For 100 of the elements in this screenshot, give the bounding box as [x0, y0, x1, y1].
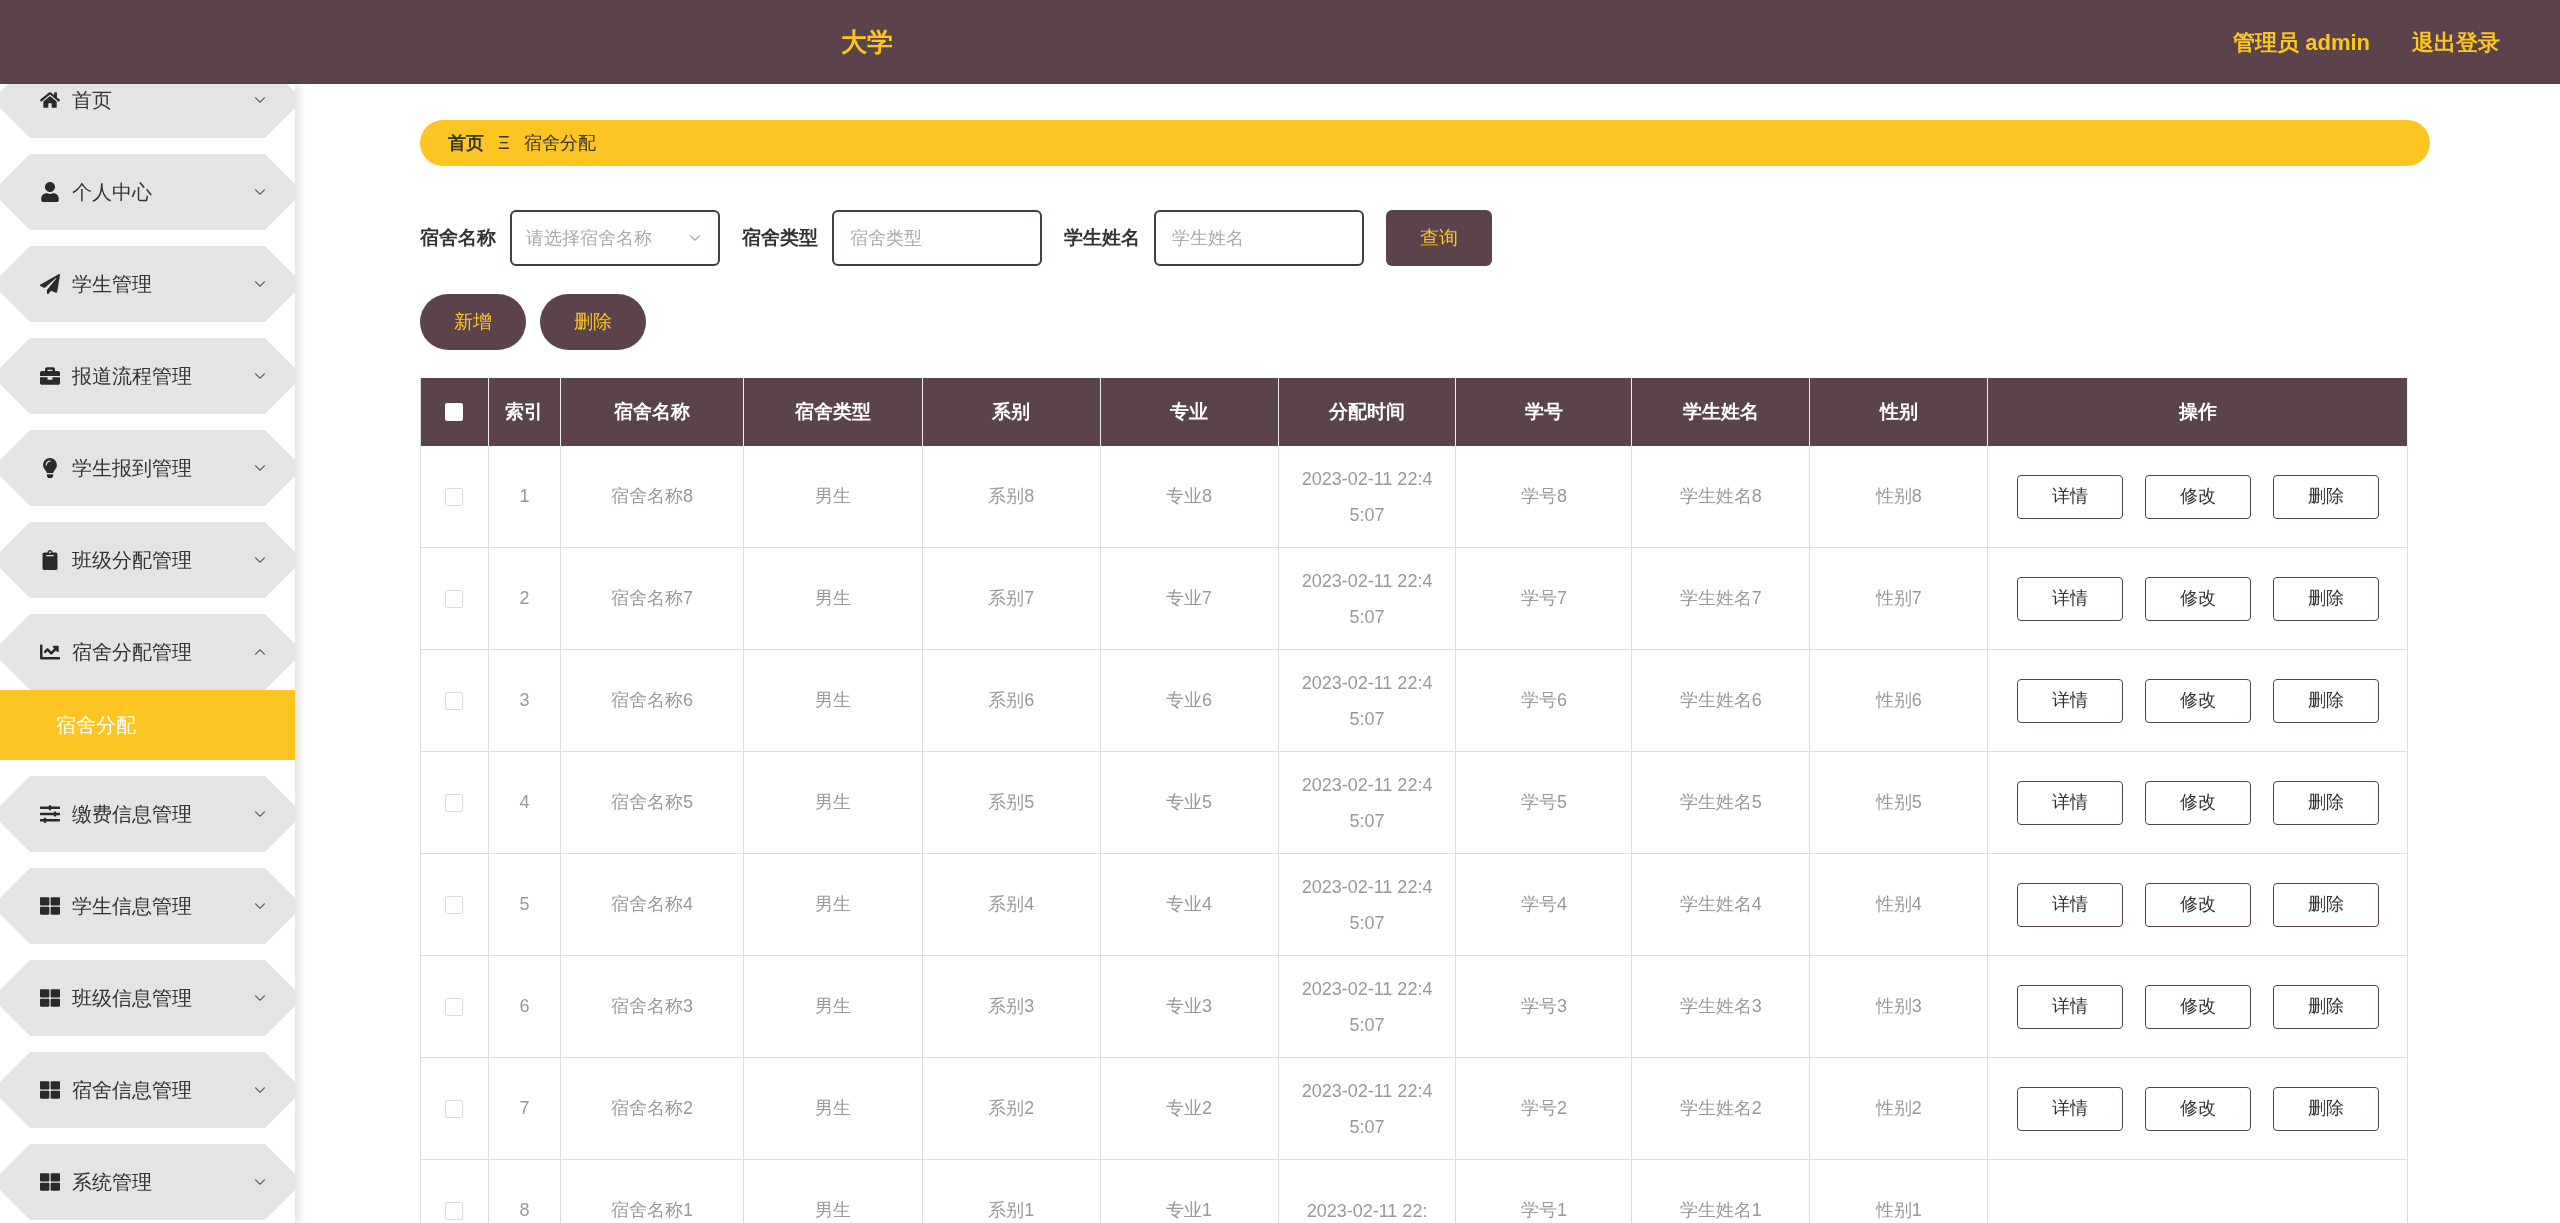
details-button[interactable]: 详情	[2016, 984, 2123, 1029]
table-cell-text: 系别4	[988, 893, 1035, 916]
table-cell-text: 专业2	[1166, 1097, 1213, 1120]
table-cell-text: 专业7	[1166, 587, 1213, 610]
table-cell-text: 学生姓名4	[1679, 893, 1762, 916]
table-cell-text: 2023-02-11 22:45:07	[1301, 671, 1433, 731]
table-cell-text: 系别3	[988, 995, 1035, 1018]
sidebar-item[interactable]: 宿舍分配管理	[0, 614, 295, 690]
sidebar-item[interactable]: 学生报到管理	[0, 430, 295, 506]
sliders-icon	[40, 804, 60, 824]
select-all-checkbox[interactable]	[445, 403, 464, 421]
row-checkbox[interactable]	[445, 1099, 464, 1118]
row-checkbox[interactable]	[445, 589, 464, 608]
edit-button[interactable]: 修改	[2144, 780, 2251, 825]
edit-button[interactable]: 修改	[2144, 984, 2251, 1029]
sidebar-item[interactable]: 缴费信息管理	[0, 776, 295, 852]
details-button[interactable]: 详情	[2016, 882, 2123, 927]
table-cell-text: 专业4	[1166, 893, 1213, 916]
paper-plane-icon	[40, 274, 60, 294]
row-checkbox[interactable]	[445, 997, 464, 1016]
breadcrumb-home-link[interactable]: 首页	[448, 129, 484, 157]
column-header: 学号	[1456, 378, 1633, 446]
table-cell-text: 学号5	[1520, 791, 1567, 814]
details-button[interactable]: 详情	[2016, 678, 2123, 723]
row-checkbox[interactable]	[445, 793, 464, 812]
add-button[interactable]: 新增	[420, 294, 526, 350]
row-checkbox[interactable]	[445, 895, 464, 914]
table-cell-text: 学生姓名3	[1679, 995, 1762, 1018]
sidebar-item[interactable]: 班级信息管理	[0, 960, 295, 1036]
sidebar-item[interactable]: 个人中心	[0, 154, 295, 230]
column-header: 系别	[922, 378, 1101, 446]
delete-button[interactable]: 删除	[2272, 780, 2379, 825]
column-header: 学生姓名	[1632, 378, 1811, 446]
delete-button[interactable]: 删除	[540, 294, 646, 350]
search-button[interactable]: 查询	[1386, 210, 1492, 266]
delete-button[interactable]: 删除	[2272, 576, 2379, 621]
breadcrumb-current: 宿舍分配	[523, 131, 596, 155]
column-header: 分配时间	[1278, 378, 1457, 446]
table-cell-text: 男生	[814, 893, 851, 916]
details-button[interactable]: 详情	[2016, 474, 2123, 519]
logout-link[interactable]: 退出登录	[2412, 25, 2500, 59]
table-cell-text: 5	[519, 893, 530, 916]
table-cell-text: 学生姓名1	[1679, 1199, 1762, 1222]
table-cell-text: 专业3	[1166, 995, 1213, 1018]
row-checkbox[interactable]	[445, 691, 464, 710]
table-cell-text: 4	[519, 791, 530, 814]
sidebar-item[interactable]: 首页	[0, 84, 295, 138]
grid-icon	[40, 896, 60, 916]
sidebar-item[interactable]: 学生管理	[0, 246, 295, 322]
table-cell-text: 学生姓名2	[1679, 1097, 1762, 1120]
delete-button[interactable]: 删除	[2272, 678, 2379, 723]
edit-button[interactable]: 修改	[2144, 882, 2251, 927]
table-cell-text: 2	[519, 587, 530, 610]
sidebar-item[interactable]: 宿舍信息管理	[0, 1052, 295, 1128]
sidebar-item[interactable]: 系统管理	[0, 1144, 295, 1220]
table-cell-text: 宿舍名称4	[610, 893, 693, 916]
edit-button[interactable]: 修改	[2144, 1086, 2251, 1131]
table-cell-text: 专业8	[1166, 485, 1213, 508]
table-cell-text: 男生	[814, 485, 851, 508]
delete-button[interactable]: 删除	[2272, 474, 2379, 519]
column-header: 专业	[1100, 378, 1279, 446]
edit-button[interactable]: 修改	[2144, 576, 2251, 621]
user-icon	[40, 182, 60, 202]
grid-icon	[40, 1172, 60, 1192]
home-icon	[40, 90, 60, 110]
table-cell-text: 系别1	[988, 1199, 1035, 1222]
table-cell-text: 学号1	[1520, 1199, 1567, 1222]
sidebar-item[interactable]: 报道流程管理	[0, 338, 295, 414]
sidebar-item[interactable]: 学生信息管理	[0, 868, 295, 944]
table-cell-text: 宿舍名称2	[610, 1097, 693, 1120]
edit-button[interactable]: 修改	[2144, 474, 2251, 519]
column-header: 操作	[1988, 378, 2408, 446]
table-cell-text: 男生	[814, 791, 851, 814]
field-label: 宿舍名称	[420, 225, 496, 250]
delete-button[interactable]: 删除	[2272, 1086, 2379, 1131]
table-cell-text: 6	[519, 995, 530, 1018]
table-cell-text: 宿舍名称3	[610, 995, 693, 1018]
table-cell-text: 宿舍名称8	[610, 485, 693, 508]
field-label: 学生姓名	[1064, 225, 1140, 250]
table-cell-text: 性别2	[1875, 1097, 1922, 1120]
table-cell-text: 男生	[814, 1097, 851, 1120]
text-field[interactable]: 学生姓名	[1154, 210, 1364, 266]
row-checkbox[interactable]	[445, 1201, 464, 1220]
grid-icon	[40, 988, 60, 1008]
delete-button[interactable]: 删除	[2272, 882, 2379, 927]
row-checkbox[interactable]	[445, 487, 464, 506]
table-cell-text: 3	[519, 689, 530, 712]
details-button[interactable]: 详情	[2016, 1086, 2123, 1131]
table-cell-text: 2023-02-11 22:45:07	[1301, 773, 1433, 833]
edit-button[interactable]: 修改	[2144, 678, 2251, 723]
sidebar-item[interactable]: 班级分配管理	[0, 522, 295, 598]
details-button[interactable]: 详情	[2016, 576, 2123, 621]
table-cell-text: 男生	[814, 689, 851, 712]
table-cell-text: 男生	[814, 587, 851, 610]
table-cell-text: 宿舍名称6	[610, 689, 693, 712]
text-field[interactable]: 宿舍类型	[832, 210, 1042, 266]
table-cell-text: 学号3	[1520, 995, 1567, 1018]
delete-button[interactable]: 删除	[2272, 984, 2379, 1029]
details-button[interactable]: 详情	[2016, 780, 2123, 825]
column-header: 索引	[488, 378, 561, 446]
